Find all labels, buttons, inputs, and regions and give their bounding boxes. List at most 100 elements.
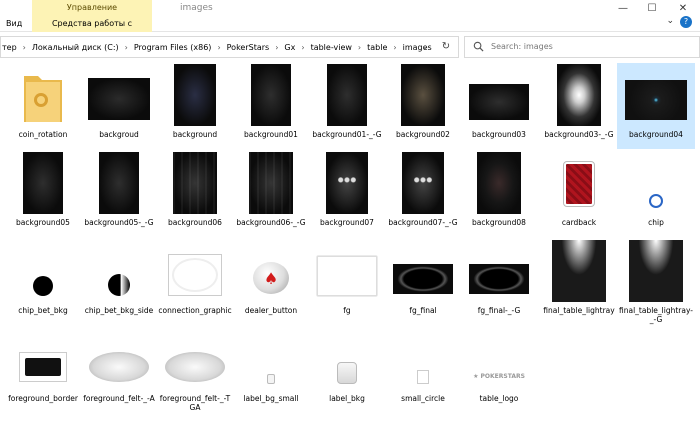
file-thumbnail [541, 240, 617, 304]
chevron-down-icon[interactable]: ⌄ [418, 39, 432, 55]
breadcrumb-item[interactable]: table [366, 43, 388, 52]
file-name: label_bkg [329, 394, 365, 403]
file-item[interactable]: fg_final-_-G [461, 240, 537, 324]
close-button[interactable]: ✕ [672, 2, 694, 16]
file-name: background01 [244, 130, 298, 139]
tab-view[interactable]: Вид [0, 16, 28, 32]
file-name: coin_rotation [18, 130, 68, 139]
file-thumbnail [309, 64, 385, 128]
minimize-button[interactable]: — [612, 2, 634, 16]
file-item[interactable]: background01-_-G [309, 64, 385, 148]
image-thumbnail [557, 64, 601, 126]
image-thumbnail [174, 64, 216, 126]
file-name: fg_final-_-G [477, 306, 521, 315]
file-name: foreground_felt-_-A [83, 394, 155, 403]
file-name: cardback [561, 218, 597, 227]
file-item[interactable]: background06-_-G [233, 152, 309, 236]
search-input[interactable]: Search: images [464, 36, 700, 58]
file-name: chip [648, 218, 664, 227]
folder-item[interactable]: coin_rotation [5, 64, 81, 148]
file-item[interactable]: background03-_-G [541, 64, 617, 148]
file-thumbnail [5, 152, 81, 216]
file-thumbnail [309, 240, 385, 304]
file-item[interactable]: fg_final [385, 240, 461, 324]
breadcrumb-item[interactable]: Gx [283, 43, 296, 52]
file-item[interactable]: label_bkg [309, 328, 385, 412]
file-thumbnail [541, 152, 617, 216]
image-thumbnail [267, 374, 275, 384]
file-item[interactable]: chip_bet_bkg_side [81, 240, 157, 324]
file-item[interactable]: ★ POKERSTARS table_logo [461, 328, 537, 412]
file-item[interactable]: background04 [617, 63, 695, 149]
file-name: fg_final [409, 306, 437, 315]
file-item[interactable]: chip_bet_bkg [5, 240, 81, 324]
file-name: background04 [629, 130, 683, 139]
file-name: background05-_-G [84, 218, 154, 227]
maximize-button[interactable]: ☐ [641, 2, 663, 16]
chevron-right-icon: › [393, 42, 397, 52]
file-item[interactable]: small_circle [385, 328, 461, 412]
file-thumbnail [461, 152, 537, 216]
file-explorer-window: { "window": { "title": "images", "ribbon… [0, 0, 700, 436]
file-item[interactable]: final_table_lightray-_-G [618, 240, 694, 324]
file-item[interactable]: background03 [461, 64, 537, 148]
image-thumbnail [19, 352, 67, 382]
file-thumbnail: ★ POKERSTARS [461, 328, 537, 392]
breadcrumb-item[interactable]: Локальный диск (C:) [31, 43, 120, 52]
file-thumbnail [157, 240, 233, 304]
address-bar[interactable]: тер › Локальный диск (C:) › Program Files … [0, 36, 459, 58]
file-thumbnail [618, 64, 694, 128]
image-thumbnail [327, 64, 367, 126]
chevron-right-icon: › [22, 42, 26, 52]
image-thumbnail [402, 152, 444, 214]
file-item[interactable]: background [157, 64, 233, 148]
breadcrumb-item[interactable]: тер [1, 43, 18, 52]
file-item[interactable]: foreground_border [5, 328, 81, 412]
file-name: fg [343, 306, 351, 315]
file-thumbnail [385, 240, 461, 304]
file-item[interactable]: background01 [233, 64, 309, 148]
breadcrumb-item[interactable]: table-view [310, 43, 353, 52]
file-item[interactable]: background02 [385, 64, 461, 148]
file-name: label_bg_small [243, 394, 299, 403]
file-item[interactable]: background05-_-G [81, 152, 157, 236]
file-thumbnail [5, 240, 81, 304]
file-item[interactable]: background07 [309, 152, 385, 236]
file-item[interactable]: foreground_felt-_-A [81, 328, 157, 412]
tab-picture-tools[interactable]: Средства работы с рисунками [32, 16, 152, 44]
file-item[interactable]: cardback [541, 152, 617, 236]
file-thumbnail [233, 328, 309, 392]
window-title: images [180, 3, 213, 13]
image-thumbnail [625, 80, 687, 120]
breadcrumb-item[interactable]: PokerStars [226, 43, 271, 52]
file-thumbnail [81, 240, 157, 304]
file-item[interactable]: foreground_felt-_-TGA [157, 328, 233, 412]
image-thumbnail [469, 84, 529, 120]
breadcrumb: тер › Локальный диск (C:) › Program Files … [1, 37, 433, 57]
image-thumbnail [251, 64, 291, 126]
file-name: small_circle [401, 394, 445, 403]
refresh-icon[interactable]: ↻ [438, 39, 454, 55]
file-item[interactable]: label_bg_small [233, 328, 309, 412]
file-name: background02 [396, 130, 450, 139]
file-item[interactable]: connection_graphic [157, 240, 233, 324]
image-thumbnail [337, 362, 357, 384]
file-thumbnail [81, 64, 157, 128]
file-item[interactable]: background05 [5, 152, 81, 236]
file-name: background08 [472, 218, 526, 227]
file-item[interactable]: fg [309, 240, 385, 324]
chevron-down-icon[interactable]: ⌄ [666, 16, 674, 26]
file-item[interactable]: final_table_lightray [541, 240, 617, 324]
file-item[interactable]: background07-_-G [385, 152, 461, 236]
file-item[interactable]: background08 [461, 152, 537, 236]
help-icon[interactable]: ? [680, 16, 692, 28]
file-item[interactable]: background06 [157, 152, 233, 236]
file-item[interactable]: ♠ dealer_button [233, 240, 309, 324]
chevron-right-icon: › [275, 42, 279, 52]
image-thumbnail [417, 370, 429, 384]
file-item[interactable]: chip [618, 152, 694, 236]
breadcrumb-item[interactable]: Program Files (x86) [133, 43, 213, 52]
file-thumbnail [81, 328, 157, 392]
image-thumbnail [629, 240, 683, 302]
file-item[interactable]: backgroud [81, 64, 157, 148]
